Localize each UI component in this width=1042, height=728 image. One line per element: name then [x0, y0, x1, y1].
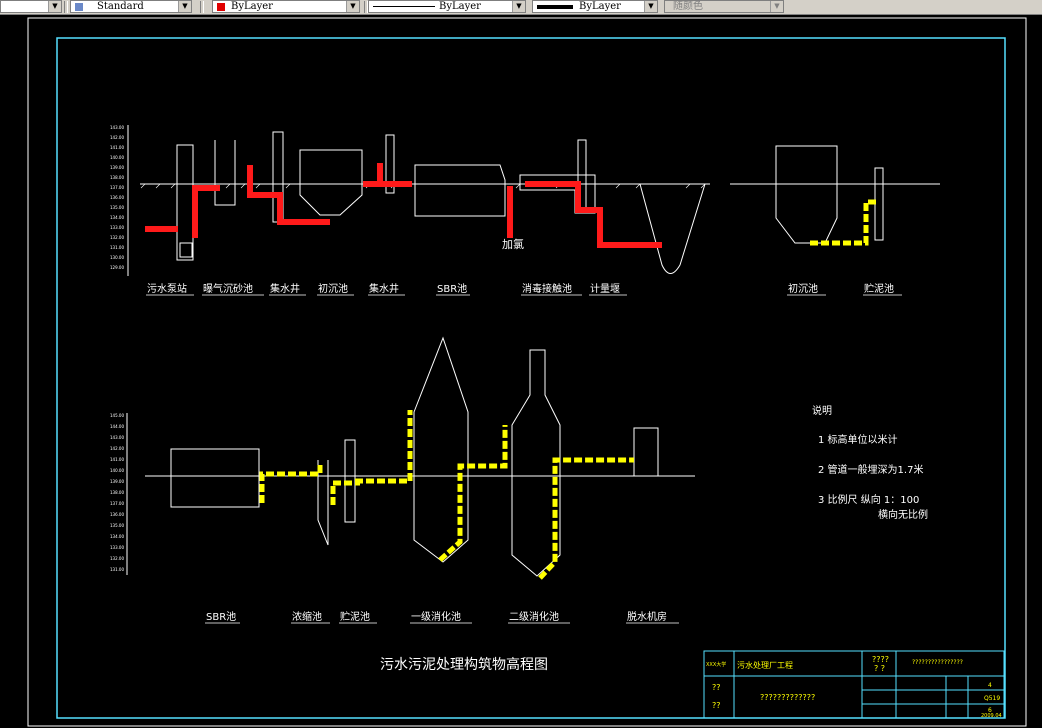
svg-text:138.00: 138.00: [110, 175, 124, 180]
svg-text:139.00: 139.00: [110, 479, 124, 484]
svg-text:133.00: 133.00: [110, 225, 124, 230]
svg-text:132.00: 132.00: [110, 235, 124, 240]
svg-text:145.00: 145.00: [110, 413, 124, 418]
label-sludge-tank-bottom: 贮泥池: [340, 610, 370, 623]
svg-text:139.00: 139.00: [110, 165, 124, 170]
label-digester-1: 一级消化池: [411, 610, 461, 623]
svg-text:129.00: 129.00: [110, 265, 124, 270]
svg-text:143.00: 143.00: [110, 125, 124, 130]
note-2: 2 管道一般埋深为1.7米: [818, 463, 923, 476]
svg-text:141.00: 141.00: [110, 457, 124, 462]
note-1: 1 标高单位以米计: [818, 433, 898, 446]
bottom-labels: SBR池 浓缩池 贮泥池 一级消化池 二级消化池 脱水机房: [206, 610, 667, 623]
tb-code2: Q519: [984, 695, 1000, 702]
elevation-ticks-bottom: 145.00 144.00 143.00 142.00 141.00 140.00 13…: [110, 413, 124, 572]
svg-text:140.00: 140.00: [110, 468, 124, 473]
tb-school: XXX大学: [706, 661, 726, 668]
svg-text:142.00: 142.00: [110, 135, 124, 140]
svg-text:144.00: 144.00: [110, 424, 124, 429]
label-digester-2: 二级消化池: [509, 610, 559, 623]
svg-text:136.00: 136.00: [110, 195, 124, 200]
title-block-text: XXX大学 污水处理厂工程 ???? ? ? ???????????????? …: [706, 655, 1002, 719]
label-sbr: SBR池: [437, 282, 467, 295]
svg-text:131.00: 131.00: [110, 567, 124, 572]
grit-chamber: [214, 140, 236, 206]
notes-title: 说明: [812, 404, 832, 417]
pump-well: [179, 242, 193, 258]
primary-clarifier-right: [775, 145, 838, 244]
drawing-canvas[interactable]: 143.00 142.00 141.00 140.00 139.00 138.00 13…: [0, 0, 1042, 728]
label-contact-tank: 消毒接触池: [522, 282, 572, 295]
svg-text:130.00: 130.00: [110, 255, 124, 260]
tb-cell-d: ??: [712, 701, 721, 710]
svg-text:142.00: 142.00: [110, 446, 124, 451]
chlorine-label: 加氯: [502, 237, 524, 251]
tb-project: 污水处理厂工程: [737, 660, 793, 670]
svg-text:137.00: 137.00: [110, 185, 124, 190]
svg-text:135.00: 135.00: [110, 523, 124, 528]
digester-2: [511, 349, 561, 577]
svg-text:135.00: 135.00: [110, 205, 124, 210]
svg-text:132.00: 132.00: [110, 556, 124, 561]
label-metering-weir: 计量堰: [590, 282, 620, 295]
label-thickener: 浓缩池: [292, 610, 322, 623]
label-collection-well-2: 集水井: [369, 282, 399, 295]
label-primary-clarifier: 初沉池: [318, 282, 348, 295]
dewatering-house: [633, 427, 659, 477]
svg-text:140.00: 140.00: [110, 155, 124, 160]
notes-block: 说明 1 标高单位以米计 2 管道一般埋深为1.7米 3 比例尺 纵向 1：10…: [812, 404, 928, 521]
ground-hatch: [140, 183, 706, 189]
label-dewatering-house: 脱水机房: [627, 610, 667, 623]
svg-text:136.00: 136.00: [110, 512, 124, 517]
sbr-tank: [414, 164, 506, 217]
svg-text:134.00: 134.00: [110, 534, 124, 539]
tb-right-top: ????????????????: [912, 659, 963, 666]
svg-text:138.00: 138.00: [110, 490, 124, 495]
label-grit-chamber: 曝气沉砂池: [203, 282, 253, 295]
tb-cell-f: ?????????????: [760, 693, 815, 702]
elevation-ticks: 143.00 142.00 141.00 140.00 139.00 138.00 13…: [110, 125, 124, 270]
bottom-profile: 145.00 144.00 143.00 142.00 141.00 140.00 13…: [110, 336, 695, 577]
svg-text:141.00: 141.00: [110, 145, 124, 150]
label-collection-well: 集水井: [270, 282, 300, 295]
label-sewage-pump: 污水泵站: [147, 282, 187, 295]
svg-text:133.00: 133.00: [110, 545, 124, 550]
tb-cell-a: ????: [872, 655, 889, 664]
svg-text:137.00: 137.00: [110, 501, 124, 506]
drawing-title: 污水污泥处理构筑物高程图: [380, 656, 548, 673]
svg-text:134.00: 134.00: [110, 215, 124, 220]
note-3b: 横向无比例: [878, 508, 928, 521]
sbr-tank-bottom: [170, 448, 260, 508]
tb-date: 2009.04: [981, 713, 1002, 719]
top-labels: 污水泵站 曝气沉砂池 集水井 初沉池 集水井 SBR池 消毒接触池 计量堰 初沉…: [147, 282, 894, 295]
note-3: 3 比例尺 纵向 1：100: [818, 493, 919, 506]
sludge-pipe-top: [810, 199, 878, 246]
svg-text:131.00: 131.00: [110, 245, 124, 250]
sludge-tank-right: [874, 167, 884, 241]
label-sbr-bottom: SBR池: [206, 610, 236, 623]
top-profile: 143.00 142.00 141.00 140.00 139.00 138.00 13…: [110, 125, 940, 276]
river-profile: [639, 183, 706, 274]
tb-cell-c: ??: [712, 683, 721, 692]
label-primary-clarifier-right: 初沉池: [788, 282, 818, 295]
label-sludge-tank-right: 贮泥池: [864, 282, 894, 295]
svg-text:143.00: 143.00: [110, 435, 124, 440]
tb-code1: 4: [988, 682, 992, 689]
tb-cell-b: ? ?: [874, 664, 885, 673]
primary-clarifier: [299, 149, 363, 216]
